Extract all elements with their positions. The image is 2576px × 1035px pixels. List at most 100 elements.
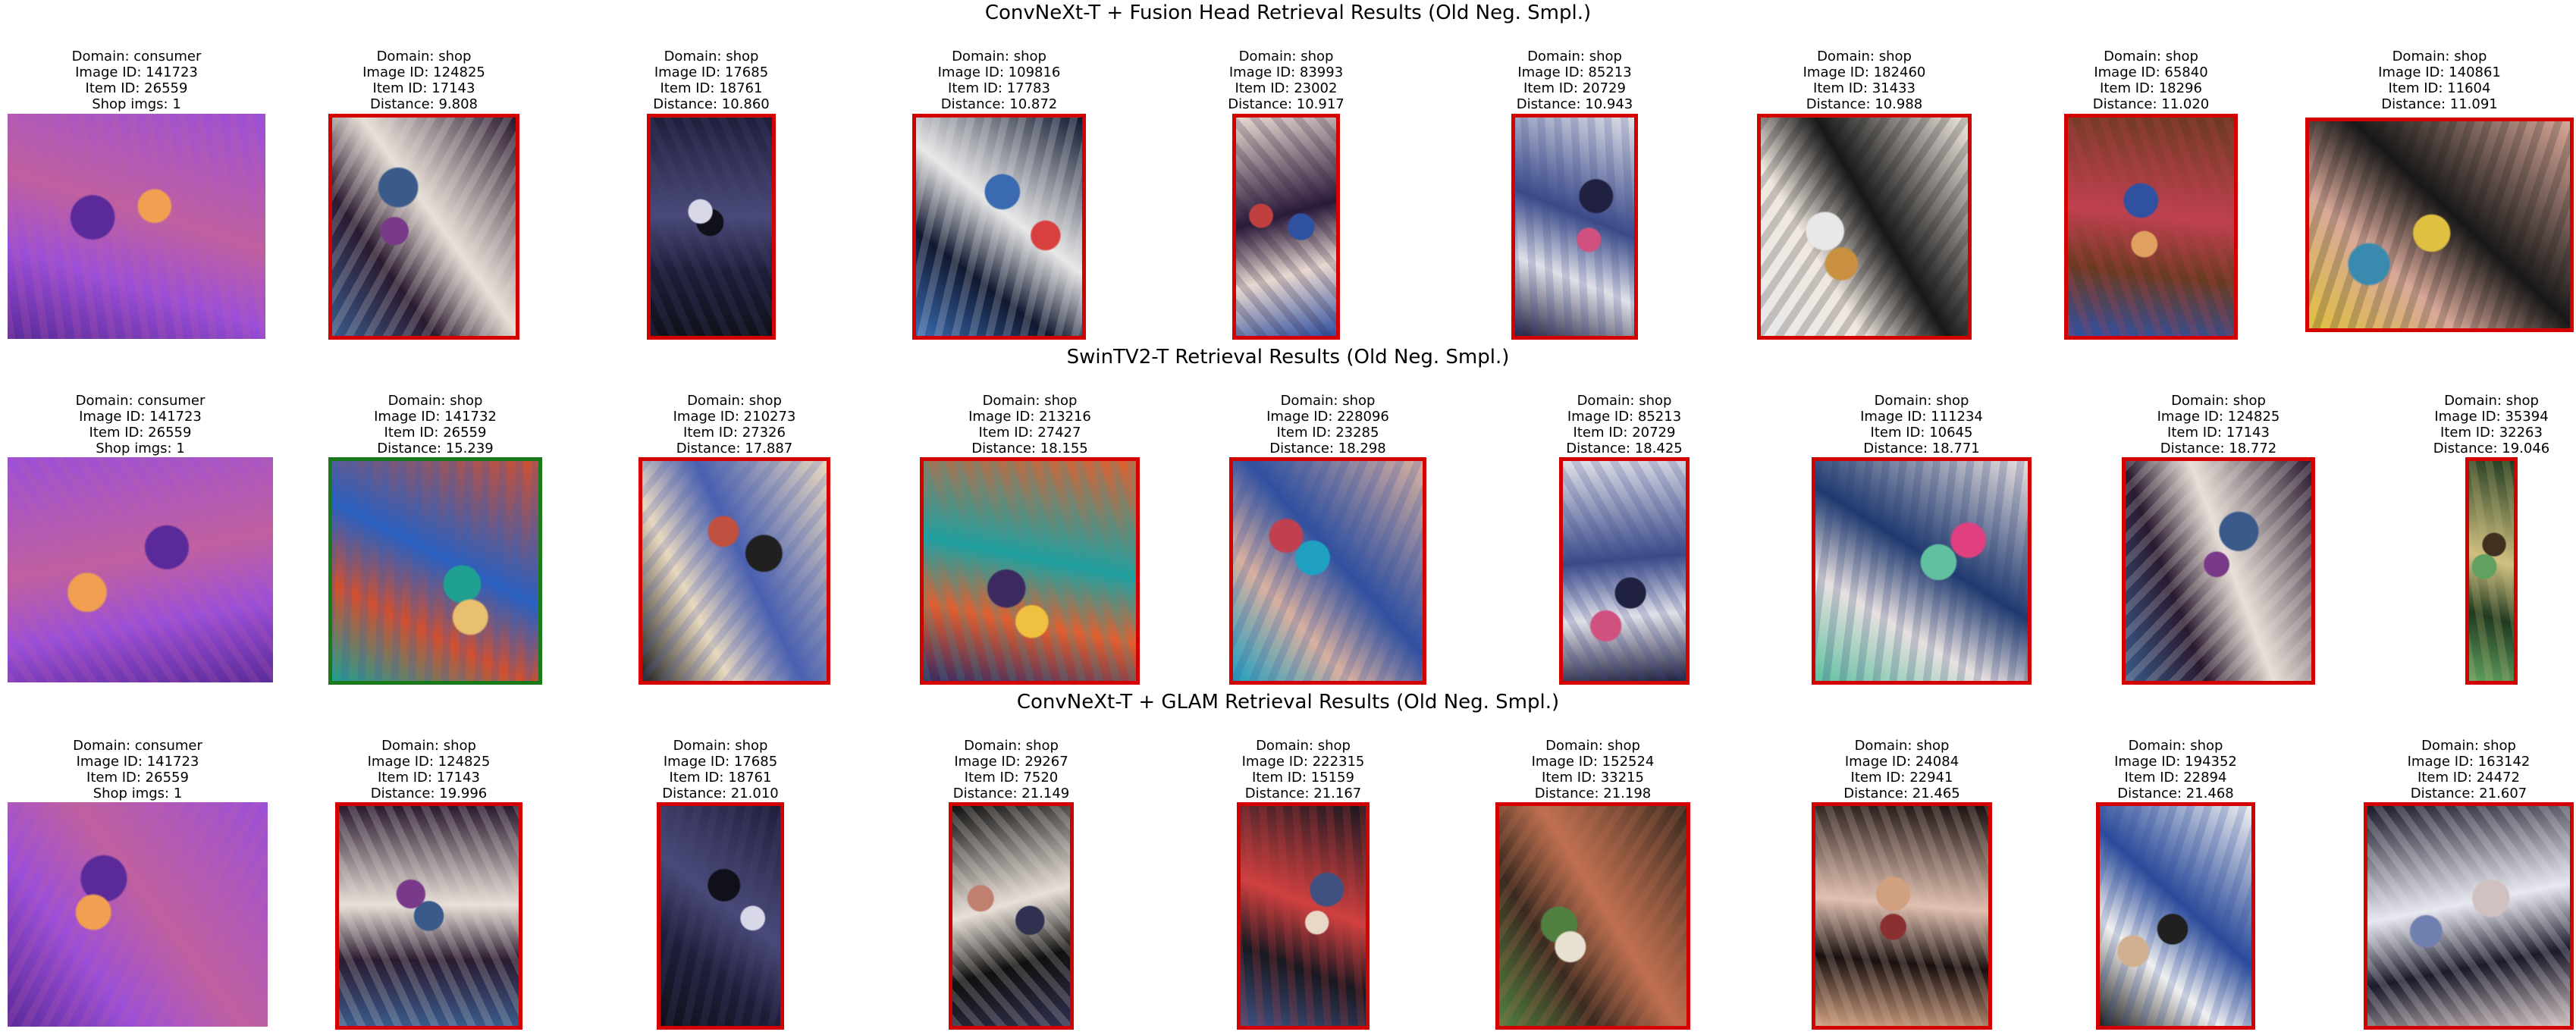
caption-line: Domain: shop — [664, 49, 759, 64]
caption-line: Domain: shop — [1545, 738, 1640, 754]
incorrect-match-image — [639, 457, 830, 685]
caption-line: Image ID: 141723 — [75, 64, 198, 80]
result-caption: Domain: shop Image ID: 182460 Item ID: 314… — [1803, 49, 1926, 112]
caption-line: Domain: shop — [387, 393, 483, 409]
caption-line: Domain: shop — [1256, 738, 1351, 754]
result-caption: Domain: shop Image ID: 140861 Item ID: 116… — [2378, 49, 2501, 112]
incorrect-match-image — [1237, 802, 1370, 1030]
caption-line: Distance: 21.465 — [1843, 786, 1960, 801]
result-caption: Domain: shop Image ID: 35394 Item ID: 3226… — [2433, 393, 2549, 456]
clothing-photo — [1761, 118, 1968, 336]
clothing-photo — [651, 118, 772, 336]
caption-line: Domain: consumer — [71, 49, 202, 64]
caption-line: Distance: 10.917 — [1228, 96, 1344, 112]
result-caption: Domain: shop Image ID: 228096 Item ID: 232… — [1266, 393, 1389, 456]
clothing-photo — [916, 118, 1082, 336]
result-caption: Domain: shop Image ID: 222315 Item ID: 151… — [1242, 738, 1365, 801]
incorrect-match-image — [328, 114, 519, 340]
caption-line: Shop imgs: 1 — [96, 441, 185, 456]
caption-line: Image ID: 17685 — [654, 64, 769, 80]
result-caption: Domain: shop Image ID: 65840 Item ID: 1829… — [2093, 49, 2209, 112]
caption-line: Item ID: 18761 — [669, 770, 772, 786]
caption-line: Image ID: 24084 — [1844, 754, 1959, 770]
caption-line: Distance: 11.020 — [2092, 96, 2210, 112]
caption-line: Item ID: 17143 — [2167, 425, 2270, 441]
incorrect-match-image — [657, 802, 784, 1030]
caption-line: Item ID: 27326 — [683, 425, 786, 441]
caption-line: Distance: 21.010 — [662, 786, 779, 801]
clothing-photo — [1515, 118, 1634, 336]
caption-line: Item ID: 18761 — [660, 80, 763, 96]
result-caption: Domain: shop Image ID: 83993 Item ID: 2300… — [1228, 49, 1344, 112]
result-caption: Domain: shop Image ID: 163142 Item ID: 244… — [2408, 738, 2531, 801]
caption-line: Domain: shop — [964, 738, 1059, 754]
caption-line: Domain: shop — [376, 49, 472, 64]
caption-line: Distance: 18.155 — [971, 441, 1088, 456]
caption-line: Image ID: 65840 — [2094, 64, 2208, 80]
result-caption: Domain: shop Image ID: 17685 Item ID: 1876… — [653, 49, 769, 112]
caption-line: Shop imgs: 1 — [92, 96, 181, 112]
clothing-photo — [1815, 461, 2028, 681]
caption-line: Image ID: 124825 — [362, 64, 485, 80]
clothing-photo — [1499, 806, 1686, 1026]
caption-line: Image ID: 182460 — [1803, 64, 1926, 80]
caption-line: Domain: shop — [1577, 393, 1672, 409]
result-caption: Domain: shop Image ID: 213216 Item ID: 274… — [968, 393, 1091, 456]
incorrect-match-image — [1559, 457, 1690, 685]
clothing-photo — [339, 806, 519, 1026]
clothing-photo — [1815, 806, 1988, 1026]
caption-line: Item ID: 10645 — [1870, 425, 1973, 441]
clothing-photo — [1241, 806, 1366, 1026]
clothing-photo — [332, 118, 516, 336]
caption-line: Domain: consumer — [75, 393, 206, 409]
incorrect-match-image — [2305, 118, 2574, 332]
caption-line: Distance: 17.887 — [676, 441, 793, 456]
incorrect-match-image — [2122, 457, 2315, 685]
caption-line: Domain: shop — [1280, 393, 1376, 409]
caption-line: Distance: 19.046 — [2433, 441, 2550, 456]
section-title: SwinTV2-T Retrieval Results (Old Neg. Sm… — [1066, 346, 1510, 369]
caption-line: Distance: 21.198 — [1534, 786, 1652, 801]
caption-line: Domain: shop — [2392, 49, 2487, 64]
result-caption: Domain: shop Image ID: 124825 Item ID: 171… — [362, 49, 485, 112]
caption-line: Image ID: 141732 — [374, 409, 497, 425]
caption-line: Shop imgs: 1 — [93, 786, 183, 801]
incorrect-match-image — [1495, 802, 1690, 1030]
caption-line: Distance: 11.091 — [2381, 96, 2498, 112]
caption-line: Distance: 9.808 — [369, 96, 478, 112]
incorrect-match-image — [1757, 114, 1972, 340]
caption-line: Item ID: 20729 — [1523, 80, 1626, 96]
caption-line: Image ID: 141723 — [76, 754, 199, 770]
caption-line: Distance: 18.298 — [1269, 441, 1386, 456]
caption-line: Image ID: 222315 — [1241, 754, 1365, 770]
clothing-photo — [8, 457, 273, 682]
caption-line: Item ID: 18296 — [2100, 80, 2202, 96]
incorrect-match-image — [2364, 802, 2574, 1030]
caption-line: Image ID: 210273 — [673, 409, 796, 425]
correct-match-image — [328, 457, 542, 685]
clothing-photo — [924, 461, 1136, 681]
section-title: ConvNeXt-T + GLAM Retrieval Results (Old… — [1016, 691, 1560, 714]
caption-line: Item ID: 32263 — [2440, 425, 2543, 441]
caption-line: Item ID: 26559 — [384, 425, 487, 441]
clothing-photo — [2309, 121, 2570, 328]
incorrect-match-image — [2096, 802, 2255, 1030]
caption-line: Item ID: 17143 — [378, 770, 480, 786]
caption-line: Distance: 10.943 — [1516, 96, 1633, 112]
query-caption: Domain: consumer Image ID: 141723 Item ID:… — [76, 393, 206, 456]
query-image — [8, 802, 268, 1027]
incorrect-match-image — [949, 802, 1074, 1030]
incorrect-match-image — [1511, 114, 1638, 340]
caption-line: Distance: 18.425 — [1566, 441, 1683, 456]
caption-line: Image ID: 83993 — [1228, 64, 1344, 80]
result-caption: Domain: shop Image ID: 109816 Item ID: 177… — [938, 49, 1061, 112]
clothing-photo — [2100, 806, 2251, 1026]
caption-line: Distance: 10.872 — [940, 96, 1058, 112]
caption-line: Domain: shop — [982, 393, 1078, 409]
result-caption: Domain: shop Image ID: 29267 Item ID: 7520… — [953, 738, 1069, 801]
section-title: ConvNeXt-T + Fusion Head Retrieval Resul… — [984, 2, 1592, 24]
caption-line: Image ID: 152524 — [1531, 754, 1655, 770]
incorrect-match-image — [647, 114, 776, 340]
caption-line: Domain: shop — [2444, 393, 2539, 409]
caption-line: Item ID: 26559 — [86, 770, 189, 786]
